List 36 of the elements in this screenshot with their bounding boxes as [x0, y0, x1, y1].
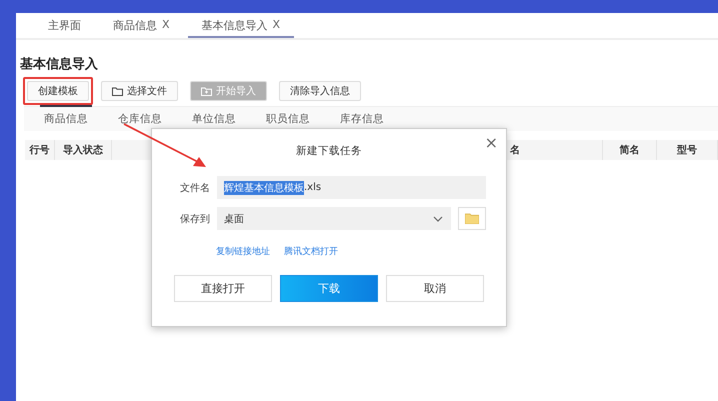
page-title: 基本信息导入: [20, 56, 99, 73]
chevron-down-icon: [433, 216, 443, 222]
sub-tab[interactable]: 职员信息: [262, 105, 314, 131]
folder-icon: [112, 86, 123, 96]
import-icon: [201, 86, 212, 96]
file-name-field[interactable]: 辉煌基本信息模板.xls: [217, 176, 486, 199]
tab-label: 基本信息导入: [202, 18, 268, 33]
column-header: 型号: [657, 140, 718, 160]
tab[interactable]: 主界面: [34, 18, 95, 38]
field-label: 保存到: [179, 212, 210, 226]
close-icon[interactable]: X: [162, 18, 170, 33]
browse-folder-button[interactable]: [458, 207, 486, 230]
sub-tab[interactable]: 单位信息: [188, 105, 240, 131]
column-header: 简名: [603, 140, 657, 160]
tab-label: 商品信息: [113, 18, 157, 33]
dialog-link[interactable]: 复制链接地址: [216, 245, 270, 258]
dialog-title: 新建下载任务: [296, 144, 362, 158]
close-icon[interactable]: X: [272, 18, 280, 33]
column-header: 行号: [25, 140, 55, 160]
sub-tab[interactable]: 仓库信息: [114, 105, 166, 131]
dialog-link[interactable]: 腾讯文档打开: [284, 245, 338, 258]
dialog-button[interactable]: 取消: [386, 275, 484, 302]
close-button[interactable]: ×: [484, 133, 498, 152]
tab[interactable]: 基本信息导入 X: [188, 18, 294, 38]
toolbar-button[interactable]: 创建模板: [27, 81, 89, 101]
folder-icon: [465, 213, 479, 224]
save-location-dropdown[interactable]: 桌面: [217, 207, 451, 230]
sub-tab[interactable]: 商品信息: [40, 105, 92, 131]
toolbar-button[interactable]: 选择文件: [101, 81, 178, 101]
tab-label: 主界面: [48, 18, 81, 33]
field-label: 文件名: [179, 182, 210, 194]
column-header: 导入状态: [55, 140, 112, 160]
tab[interactable]: 商品信息 X: [99, 18, 184, 38]
toolbar-button[interactable]: 清除导入信息: [279, 81, 361, 101]
sub-tab[interactable]: 库存信息: [336, 105, 388, 131]
dialog-button[interactable]: 直接打开: [174, 275, 272, 302]
